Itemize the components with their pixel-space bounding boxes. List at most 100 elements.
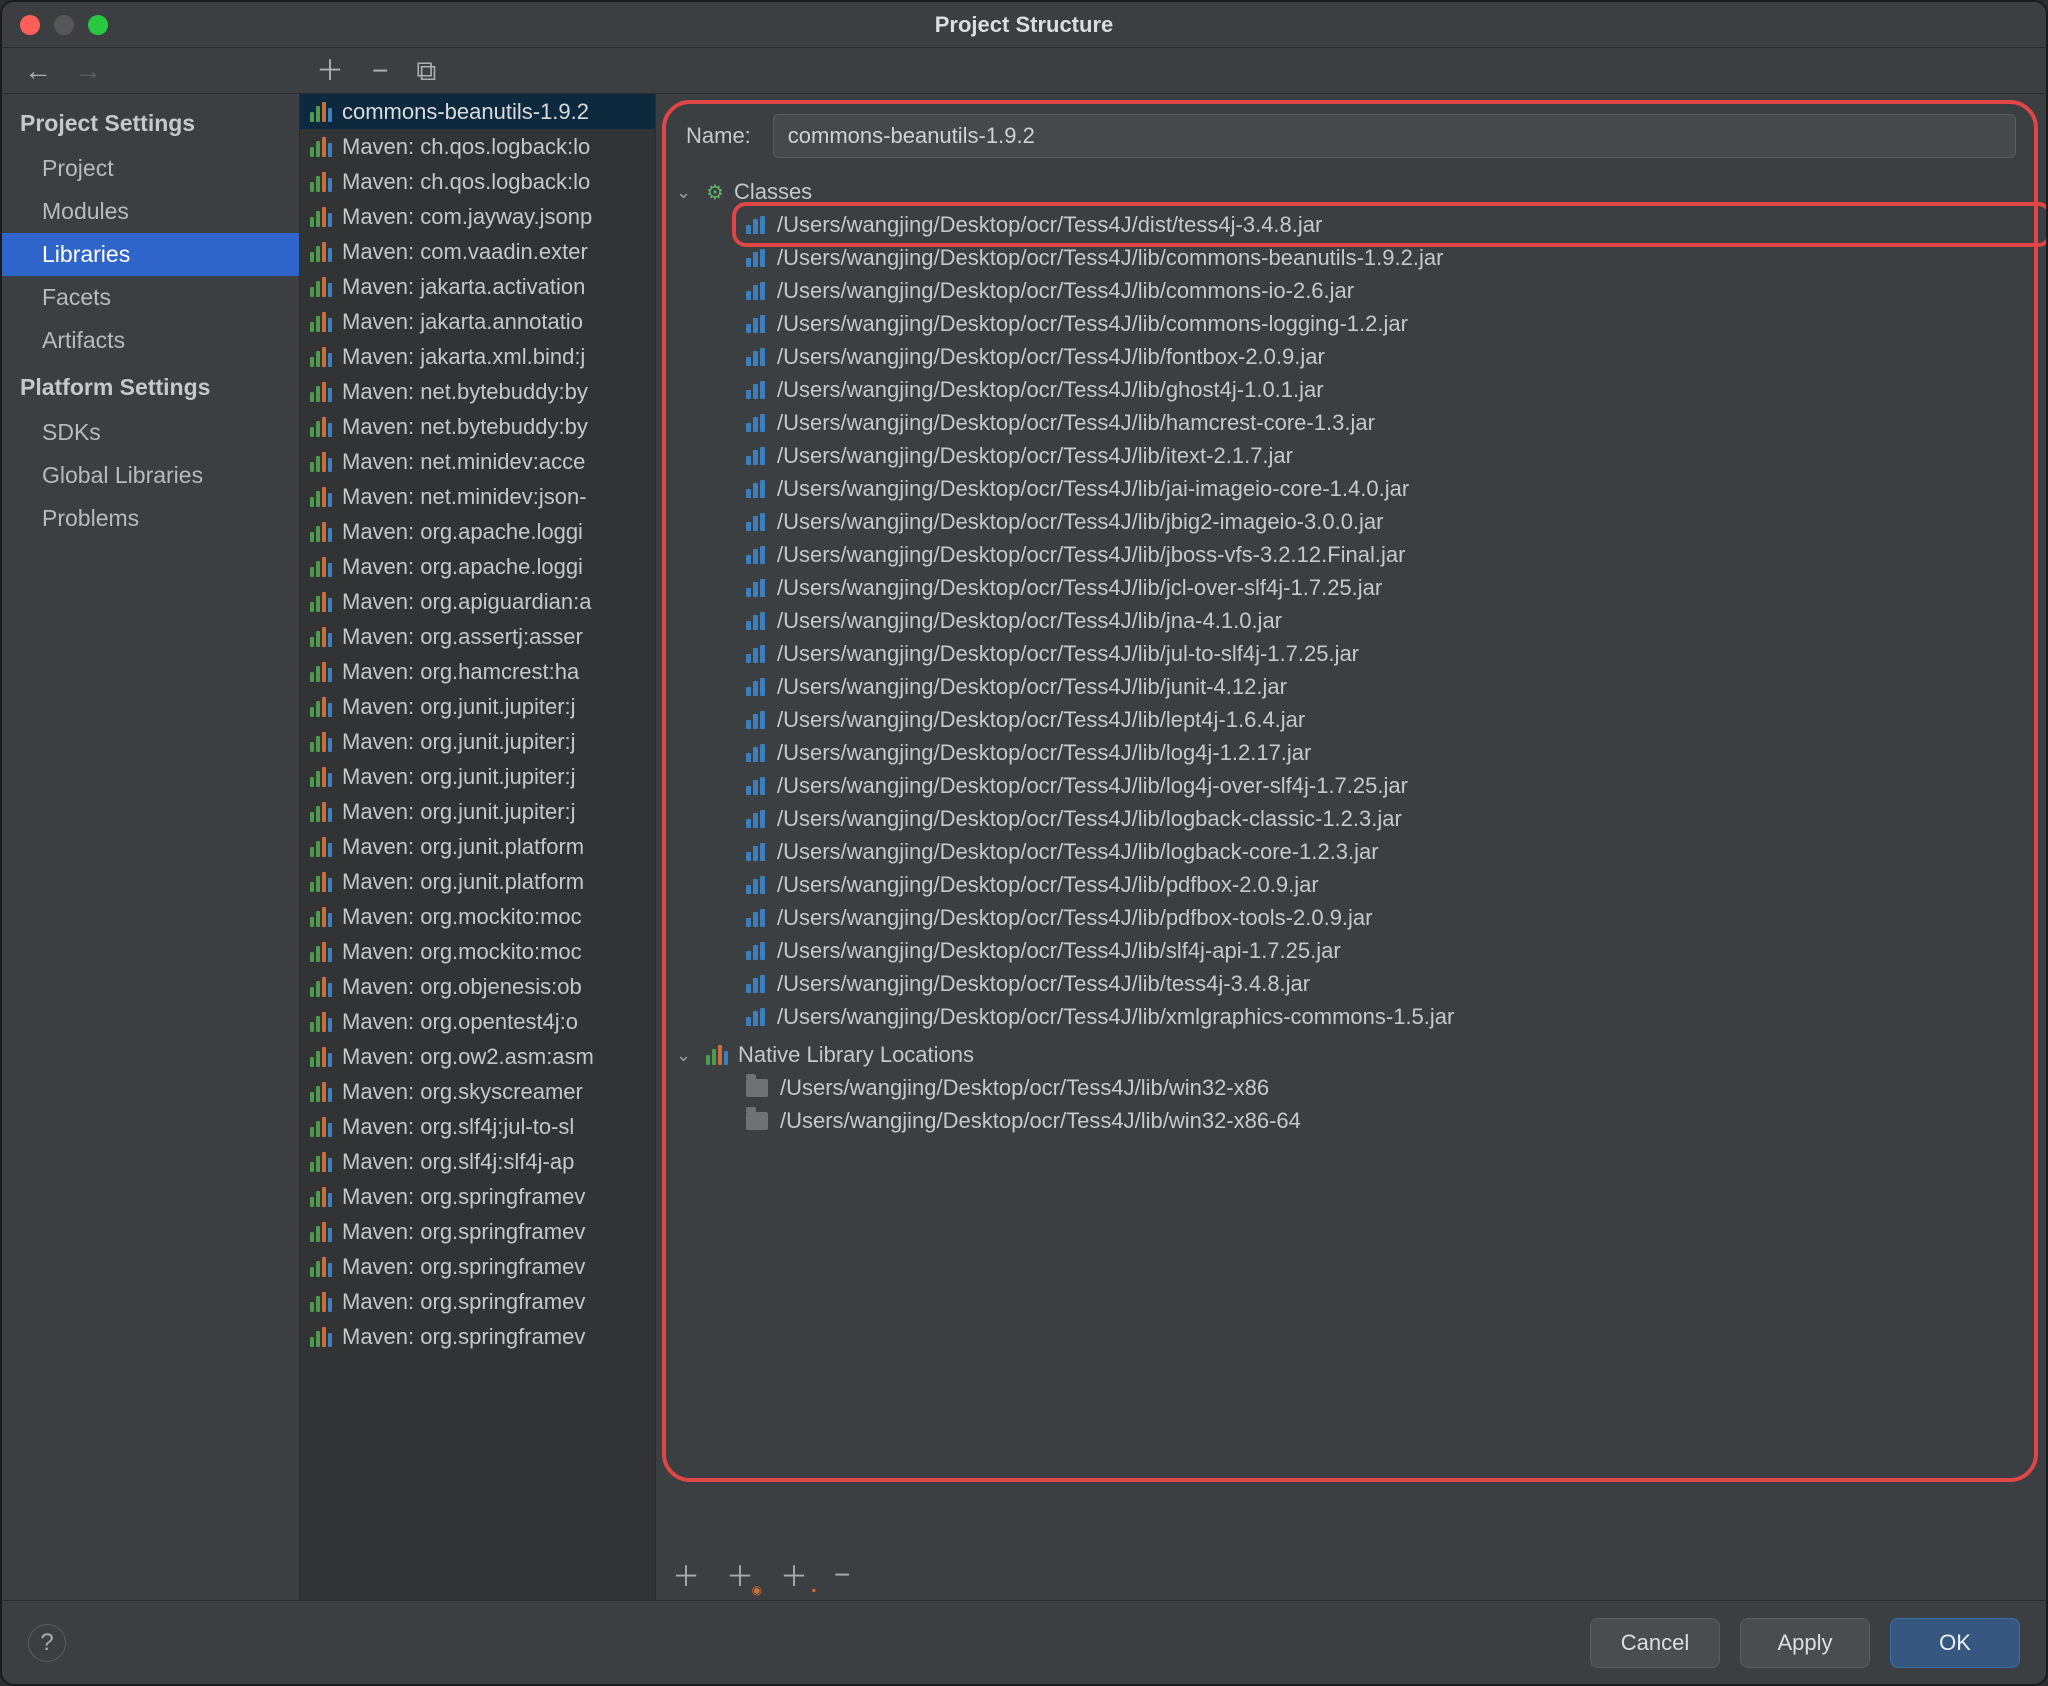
help-button[interactable]: ?: [28, 1624, 66, 1662]
sidebar-item-libraries[interactable]: Libraries: [2, 233, 299, 276]
tree-item[interactable]: /Users/wangjing/Desktop/ocr/Tess4J/lib/l…: [676, 703, 2036, 736]
tree-group-header[interactable]: ⌄Native Library Locations: [676, 1039, 2036, 1071]
cancel-button[interactable]: Cancel: [1590, 1618, 1720, 1668]
forward-icon[interactable]: →: [74, 57, 102, 85]
sidebar-item-global-libraries[interactable]: Global Libraries: [2, 454, 299, 497]
library-list-item[interactable]: Maven: jakarta.annotatio: [300, 304, 655, 339]
tree-item[interactable]: /Users/wangjing/Desktop/ocr/Tess4J/lib/l…: [676, 835, 2036, 868]
library-list-item[interactable]: Maven: org.slf4j:slf4j-ap: [300, 1144, 655, 1179]
jar-icon: [746, 447, 765, 465]
library-contents-tree[interactable]: ⌄⚙Classes/Users/wangjing/Desktop/ocr/Tes…: [656, 170, 2046, 1550]
tree-item[interactable]: /Users/wangjing/Desktop/ocr/Tess4J/lib/j…: [676, 604, 2036, 637]
library-list-item[interactable]: Maven: com.jayway.jsonp: [300, 199, 655, 234]
remove-root-icon[interactable]: −: [834, 1559, 850, 1591]
library-list-item[interactable]: Maven: com.vaadin.exter: [300, 234, 655, 269]
sidebar-item-artifacts[interactable]: Artifacts: [2, 319, 299, 362]
library-list-item[interactable]: Maven: org.mockito:moc: [300, 934, 655, 969]
add-url-icon[interactable]: ＋◉: [726, 1555, 754, 1595]
library-list-item[interactable]: Maven: org.springframev: [300, 1319, 655, 1354]
ok-button[interactable]: OK: [1890, 1618, 2020, 1668]
library-list-item[interactable]: Maven: org.junit.jupiter:j: [300, 794, 655, 829]
library-list-item[interactable]: Maven: net.minidev:json-: [300, 479, 655, 514]
library-list-item[interactable]: commons-beanutils-1.9.2: [300, 94, 655, 129]
add-root-icon[interactable]: ＋: [672, 1555, 700, 1595]
library-icon: [310, 487, 332, 507]
tree-item[interactable]: /Users/wangjing/Desktop/ocr/Tess4J/lib/j…: [676, 670, 2036, 703]
library-list-item[interactable]: Maven: org.objenesis:ob: [300, 969, 655, 1004]
tree-item[interactable]: /Users/wangjing/Desktop/ocr/Tess4J/lib/j…: [676, 538, 2036, 571]
library-list-item[interactable]: Maven: org.mockito:moc: [300, 899, 655, 934]
library-list-item[interactable]: Maven: org.ow2.asm:asm: [300, 1039, 655, 1074]
sidebar-item-project[interactable]: Project: [2, 147, 299, 190]
library-list-entries[interactable]: commons-beanutils-1.9.2Maven: ch.qos.log…: [300, 94, 655, 1600]
tree-item[interactable]: /Users/wangjing/Desktop/ocr/Tess4J/lib/i…: [676, 439, 2036, 472]
tree-item[interactable]: /Users/wangjing/Desktop/ocr/Tess4J/lib/x…: [676, 1000, 2036, 1033]
tree-item-path: /Users/wangjing/Desktop/ocr/Tess4J/lib/j…: [777, 674, 1287, 700]
library-list-label: Maven: jakarta.annotatio: [342, 309, 583, 335]
tree-item[interactable]: /Users/wangjing/Desktop/ocr/Tess4J/lib/l…: [676, 736, 2036, 769]
tree-item[interactable]: /Users/wangjing/Desktop/ocr/Tess4J/lib/c…: [676, 307, 2036, 340]
tree-group-header[interactable]: ⌄⚙Classes: [676, 176, 2036, 208]
tree-item[interactable]: /Users/wangjing/Desktop/ocr/Tess4J/lib/j…: [676, 505, 2036, 538]
library-list-item[interactable]: Maven: org.springframev: [300, 1214, 655, 1249]
apply-button[interactable]: Apply: [1740, 1618, 1870, 1668]
library-list-item[interactable]: Maven: org.apache.loggi: [300, 514, 655, 549]
library-list-item[interactable]: Maven: org.springframev: [300, 1249, 655, 1284]
library-list-item[interactable]: Maven: net.minidev:acce: [300, 444, 655, 479]
sidebar-item-problems[interactable]: Problems: [2, 497, 299, 540]
library-list-item[interactable]: Maven: org.skyscreamer: [300, 1074, 655, 1109]
sidebar-item-sdks[interactable]: SDKs: [2, 411, 299, 454]
close-icon[interactable]: [20, 15, 40, 35]
tree-item[interactable]: /Users/wangjing/Desktop/ocr/Tess4J/lib/s…: [676, 934, 2036, 967]
library-list-item[interactable]: Maven: ch.qos.logback:lo: [300, 164, 655, 199]
library-list-item[interactable]: Maven: org.junit.platform: [300, 864, 655, 899]
maximize-icon[interactable]: [88, 15, 108, 35]
library-icon: [310, 522, 332, 542]
add-from-maven-icon[interactable]: ＋▪: [780, 1555, 808, 1595]
tree-item[interactable]: /Users/wangjing/Desktop/ocr/Tess4J/lib/j…: [676, 472, 2036, 505]
library-list-item[interactable]: Maven: net.bytebuddy:by: [300, 409, 655, 444]
copy-icon[interactable]: ⧉: [416, 57, 436, 85]
back-icon[interactable]: ←: [24, 57, 52, 85]
library-list-item[interactable]: Maven: org.junit.jupiter:j: [300, 689, 655, 724]
library-list-item[interactable]: Maven: net.bytebuddy:by: [300, 374, 655, 409]
library-list-item[interactable]: Maven: jakarta.activation: [300, 269, 655, 304]
tree-item[interactable]: /Users/wangjing/Desktop/ocr/Tess4J/lib/h…: [676, 406, 2036, 439]
library-list-item[interactable]: Maven: jakarta.xml.bind:j: [300, 339, 655, 374]
add-icon[interactable]: ＋: [316, 57, 344, 85]
library-list-item[interactable]: Maven: org.slf4j:jul-to-sl: [300, 1109, 655, 1144]
tree-item[interactable]: /Users/wangjing/Desktop/ocr/Tess4J/lib/t…: [676, 967, 2036, 1000]
library-list-item[interactable]: Maven: org.apache.loggi: [300, 549, 655, 584]
tree-item[interactable]: /Users/wangjing/Desktop/ocr/Tess4J/lib/j…: [676, 637, 2036, 670]
sidebar-item-facets[interactable]: Facets: [2, 276, 299, 319]
library-list-item[interactable]: Maven: org.apiguardian:a: [300, 584, 655, 619]
tree-item[interactable]: /Users/wangjing/Desktop/ocr/Tess4J/lib/w…: [676, 1071, 2036, 1104]
library-list-item[interactable]: Maven: org.junit.platform: [300, 829, 655, 864]
library-list-item[interactable]: Maven: org.opentest4j:o: [300, 1004, 655, 1039]
minimize-icon[interactable]: [54, 15, 74, 35]
tree-item[interactable]: /Users/wangjing/Desktop/ocr/Tess4J/lib/l…: [676, 802, 2036, 835]
tree-item[interactable]: /Users/wangjing/Desktop/ocr/Tess4J/lib/l…: [676, 769, 2036, 802]
folder-icon: [746, 1079, 768, 1097]
tree-item[interactable]: /Users/wangjing/Desktop/ocr/Tess4J/lib/c…: [676, 274, 2036, 307]
library-list-item[interactable]: Maven: org.junit.jupiter:j: [300, 759, 655, 794]
library-list-item[interactable]: Maven: org.hamcrest:ha: [300, 654, 655, 689]
tree-item[interactable]: /Users/wangjing/Desktop/ocr/Tess4J/lib/p…: [676, 868, 2036, 901]
tree-item[interactable]: /Users/wangjing/Desktop/ocr/Tess4J/lib/p…: [676, 901, 2036, 934]
library-list-item[interactable]: Maven: org.springframev: [300, 1284, 655, 1319]
tree-item[interactable]: /Users/wangjing/Desktop/ocr/Tess4J/lib/j…: [676, 571, 2036, 604]
tree-item[interactable]: /Users/wangjing/Desktop/ocr/Tess4J/lib/f…: [676, 340, 2036, 373]
library-icon: [310, 347, 332, 367]
library-list-item[interactable]: Maven: org.springframev: [300, 1179, 655, 1214]
tree-item[interactable]: /Users/wangjing/Desktop/ocr/Tess4J/lib/c…: [676, 241, 2036, 274]
tree-item[interactable]: /Users/wangjing/Desktop/ocr/Tess4J/lib/g…: [676, 373, 2036, 406]
library-list-item[interactable]: Maven: org.junit.jupiter:j: [300, 724, 655, 759]
tree-item[interactable]: /Users/wangjing/Desktop/ocr/Tess4J/dist/…: [676, 208, 2036, 241]
sidebar-item-modules[interactable]: Modules: [2, 190, 299, 233]
library-list-item[interactable]: Maven: org.assertj:asser: [300, 619, 655, 654]
library-name-input[interactable]: [773, 114, 2016, 158]
library-list-label: Maven: org.junit.jupiter:j: [342, 694, 576, 720]
tree-item[interactable]: /Users/wangjing/Desktop/ocr/Tess4J/lib/w…: [676, 1104, 2036, 1137]
remove-icon[interactable]: −: [372, 57, 388, 85]
library-list-item[interactable]: Maven: ch.qos.logback:lo: [300, 129, 655, 164]
